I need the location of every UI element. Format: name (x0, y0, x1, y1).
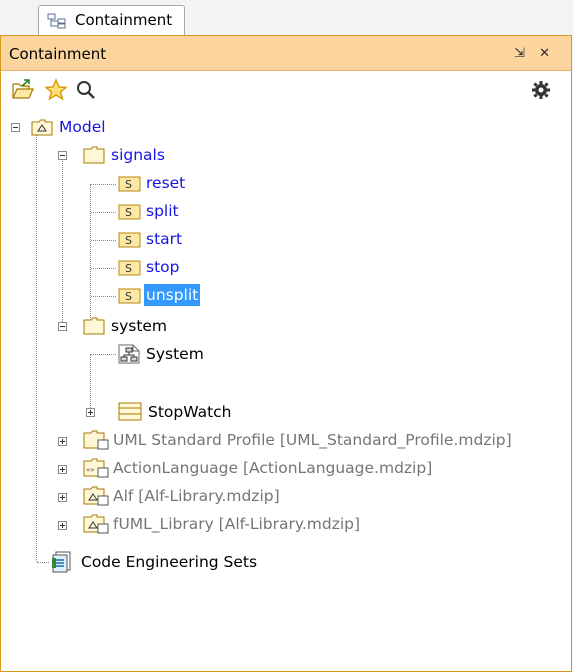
signal-icon: S (118, 260, 141, 276)
svg-text:«»: «» (86, 466, 95, 474)
tree-connector (91, 212, 116, 213)
svg-text:S: S (125, 290, 132, 303)
expand-fuml-library-toggle[interactable] (58, 521, 67, 530)
tree-item-label: UML Standard Profile [UML_Standard_Profi… (113, 431, 512, 449)
tree-item-label: stop (146, 258, 180, 276)
model-library-icon (83, 514, 109, 534)
tree-item-label: start (146, 230, 183, 248)
tree-connector (36, 130, 37, 562)
model-library-icon (83, 486, 109, 506)
svg-text:S: S (125, 234, 132, 247)
signal-icon: S (118, 288, 141, 304)
tree-item-label: fUML_Library [Alf-Library.mdzip] (113, 515, 361, 533)
profile-package-icon (83, 430, 109, 450)
tree-connector (91, 354, 116, 355)
tab-label: Containment (75, 11, 173, 29)
expand-action-language-toggle[interactable] (58, 465, 67, 474)
signal-icon: S (118, 176, 141, 192)
profile-package-icon: «» (83, 458, 109, 478)
svg-text:S: S (125, 178, 132, 191)
gear-icon[interactable] (529, 78, 553, 102)
folder-icon (83, 146, 105, 164)
panel-title-bar: Containment ⇲ ✕ (1, 36, 571, 71)
expand-stopwatch-toggle[interactable] (86, 408, 95, 417)
tree-connector (37, 562, 49, 563)
tree-item-label: ActionLanguage [ActionLanguage.mdzip] (113, 459, 433, 477)
signal-icon: S (118, 204, 141, 220)
collapse-system-toggle[interactable] (58, 322, 67, 331)
tree-connector (91, 296, 116, 297)
tree-item-label: System (146, 345, 204, 363)
model-package-icon (31, 119, 53, 136)
tree-connector (90, 184, 91, 320)
tree-connector (62, 158, 63, 328)
tree-connector (91, 268, 116, 269)
signal-icon: S (118, 232, 141, 248)
tab-strip: Containment (0, 0, 573, 37)
panel-window-buttons[interactable]: ⇲ ✕ (514, 46, 555, 61)
expand-uml-standard-profile-toggle[interactable] (58, 437, 67, 446)
block-icon (118, 402, 142, 421)
tree-item-label: Alf [Alf-Library.mdzip] (113, 487, 280, 505)
tree-item-label: signals (111, 146, 165, 164)
tree-item-label: StopWatch (148, 403, 232, 421)
tree-item-label: system (111, 317, 168, 335)
tree-connector (91, 184, 116, 185)
svg-text:S: S (125, 206, 132, 219)
star-icon[interactable] (44, 78, 68, 102)
tree-item-label: reset (146, 174, 186, 192)
collapse-model-toggle[interactable] (11, 123, 20, 132)
tree-connector (90, 354, 91, 412)
tree-connector (91, 240, 116, 241)
tab-containment[interactable]: Containment (38, 5, 185, 35)
svg-text:S: S (125, 262, 132, 275)
panel-toolbar (1, 72, 571, 106)
open-icon[interactable] (11, 78, 35, 102)
containment-tree: Model signals S reset S split S start S … (1, 108, 571, 668)
diagram-icon (118, 344, 140, 364)
tree-item-label: Code Engineering Sets (81, 553, 258, 571)
tree-item-label: unsplit (144, 284, 201, 306)
tree-item-label: Model (59, 118, 106, 136)
search-icon[interactable] (74, 78, 98, 102)
expand-alf-toggle[interactable] (58, 493, 67, 502)
containment-tree-icon (47, 13, 66, 29)
panel-title: Containment (9, 45, 107, 63)
tree-item-label: split (146, 202, 179, 220)
folder-icon (83, 317, 105, 335)
containment-panel: Containment ⇲ ✕ Model signals S reset S … (0, 35, 572, 672)
code-engineering-icon (52, 551, 71, 573)
collapse-signals-toggle[interactable] (58, 151, 67, 160)
